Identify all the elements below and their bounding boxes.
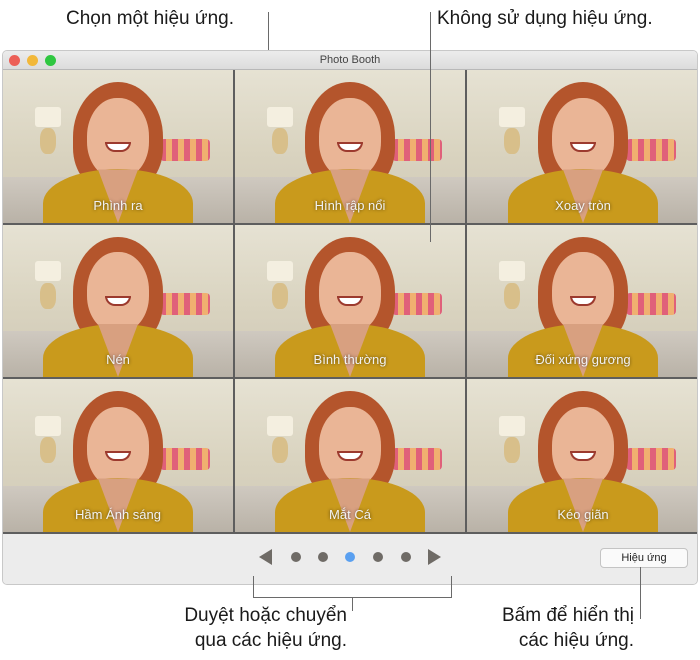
pillow [625, 138, 676, 161]
mouth [337, 296, 363, 307]
lamp [499, 415, 526, 436]
callout-browse: Duyệt hoặc chuyển qua các hiệu ứng. [184, 603, 347, 653]
effect-tile[interactable]: Hầm Ánh sáng [3, 379, 233, 532]
lamp-base [504, 128, 521, 155]
callout-no-effect: Không sử dụng hiệu ứng. [437, 8, 653, 29]
pillow [392, 138, 442, 161]
effect-label: Mắt Cá [329, 507, 371, 522]
callout-click-line2: các hiệu ứng. [518, 630, 634, 651]
bracket-stem [352, 597, 353, 611]
callout-line-button [640, 567, 641, 619]
effect-label: Đối xứng gương [535, 352, 631, 367]
face [552, 252, 614, 333]
effects-grid: Phình ra Hình rập nổi Xoay tròn Nén Bình thư… [3, 70, 697, 534]
pillow [160, 293, 210, 316]
callout-click: Bấm để hiển thị các hiệu ứng. [502, 603, 634, 653]
lamp [499, 261, 526, 282]
callout-click-line1: Bấm để hiển thị [501, 605, 634, 626]
page-dot-4[interactable] [373, 552, 383, 562]
lamp-base [39, 437, 56, 464]
page-dot-3[interactable] [345, 552, 355, 562]
effect-label: Nén [106, 352, 130, 367]
effect-tile[interactable]: Phình ra [3, 70, 233, 223]
effects-button[interactable]: Hiệu ứng [600, 548, 688, 568]
face [319, 406, 381, 487]
callout-browse-line1: Duyệt hoặc chuyển [184, 605, 347, 626]
lamp-base [504, 282, 521, 309]
effect-label: Phình ra [93, 198, 143, 213]
lamp [267, 415, 294, 436]
effect-tile[interactable]: Đối xứng gương [467, 225, 697, 377]
mouth [105, 296, 131, 307]
effect-tile[interactable]: Xoay tròn [467, 70, 697, 223]
mouth [337, 141, 363, 152]
mouth [337, 450, 363, 461]
bracket-left [253, 576, 254, 598]
page-dot-1[interactable] [291, 552, 301, 562]
lamp [35, 415, 62, 436]
window-title: Photo Booth [319, 54, 381, 66]
effect-label: Bình thường [313, 352, 387, 367]
page-dot-2[interactable] [318, 552, 328, 562]
page-dot-5[interactable] [401, 552, 411, 562]
face [87, 406, 149, 487]
pillow [625, 293, 676, 316]
effect-tile[interactable]: Kéo giãn [467, 379, 697, 532]
effect-label: Xoay tròn [555, 198, 611, 213]
mouth [570, 296, 596, 307]
effect-label: Kéo giãn [557, 507, 609, 522]
callout-line-no-effect [430, 12, 431, 242]
callout-choose-effect: Chọn một hiệu ứng. [66, 8, 234, 29]
lamp [35, 106, 62, 127]
mouth [105, 450, 131, 461]
lamp [267, 261, 294, 282]
lamp-base [271, 282, 288, 309]
effect-tile[interactable]: Nén [3, 225, 233, 377]
face [552, 97, 614, 178]
face [552, 406, 614, 487]
pillow [160, 447, 210, 470]
mouth [105, 141, 131, 152]
effect-label: Hầm Ánh sáng [75, 507, 161, 522]
pillow [392, 293, 442, 316]
callout-browse-line2: qua các hiệu ứng. [194, 630, 347, 651]
effect-tile[interactable]: Mắt Cá [235, 379, 465, 532]
pillow [392, 447, 442, 470]
bottom-bar: Hiệu ứng [3, 534, 697, 584]
lamp-base [504, 437, 521, 464]
effect-tile[interactable]: Bình thường [235, 225, 465, 377]
face [319, 97, 381, 178]
lamp [267, 106, 294, 127]
lamp-base [39, 128, 56, 155]
face [87, 97, 149, 178]
lamp [499, 106, 526, 127]
lamp-base [271, 128, 288, 155]
bracket-right [451, 576, 452, 598]
pillow [625, 447, 676, 470]
pillow [160, 138, 210, 161]
face [319, 252, 381, 333]
lamp [35, 261, 62, 282]
previous-page-arrow-icon[interactable] [259, 549, 272, 565]
lamp-base [271, 437, 288, 464]
mouth [570, 141, 596, 152]
lamp-base [39, 282, 56, 309]
mouth [570, 450, 596, 461]
photo-booth-window: Photo Booth Phình ra Hình rập nổi Xoay trò… [2, 50, 698, 585]
face [87, 252, 149, 333]
title-bar: Photo Booth [3, 51, 697, 70]
next-page-arrow-icon[interactable] [428, 549, 441, 565]
